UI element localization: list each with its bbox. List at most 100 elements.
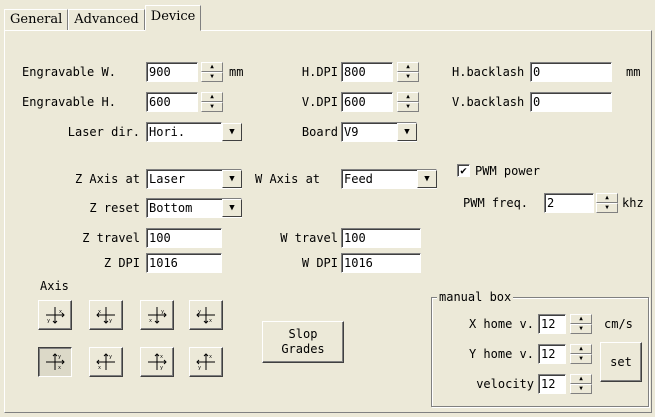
engravable-w-label: Engravable W. <box>22 65 116 79</box>
axis-orientation-icon: yx <box>46 353 65 371</box>
spin-down-icon[interactable]: ▼ <box>201 72 223 82</box>
pwm-freq-spinner[interactable]: ▲ ▼ <box>596 193 618 213</box>
y-home-label: Y home v. <box>468 347 534 361</box>
velocity-label: velocity <box>476 377 534 391</box>
engravable-h-spinner[interactable]: ▲ ▼ <box>201 92 223 112</box>
v-dpi-input[interactable]: 600 <box>341 92 393 112</box>
z-axis-at-value: Laser <box>149 172 186 186</box>
spin-down-icon[interactable]: ▼ <box>570 354 592 364</box>
axis-orientation-icon: yx <box>148 307 167 324</box>
slop-grades-label-1: Slop <box>288 327 318 341</box>
axis-orientation-icon: xy <box>46 307 65 324</box>
axis-orientation-button-8[interactable]: xy <box>189 347 223 377</box>
chevron-down-icon[interactable]: ▼ <box>222 199 242 217</box>
svg-text:x: x <box>98 309 101 315</box>
pwm-power-label: PWM power <box>475 164 541 178</box>
tab-general[interactable]: General <box>4 9 69 30</box>
x-home-label: X home v. <box>468 317 534 331</box>
z-axis-at-label: Z Axis at <box>74 172 140 186</box>
spin-down-icon[interactable]: ▼ <box>397 102 419 112</box>
w-travel-input[interactable]: 100 <box>341 228 421 248</box>
h-dpi-input[interactable]: 800 <box>341 62 393 82</box>
axis-group-label: Axis <box>40 279 69 293</box>
y-home-input[interactable]: 12 <box>538 344 566 364</box>
chevron-down-icon[interactable]: ▼ <box>397 123 417 141</box>
svg-text:y: y <box>109 354 112 360</box>
spin-down-icon[interactable]: ▼ <box>397 72 419 82</box>
v-dpi-spinner[interactable]: ▲ ▼ <box>397 92 419 112</box>
spin-up-icon[interactable]: ▲ <box>397 62 419 72</box>
svg-text:y: y <box>160 365 163 371</box>
velocity-spinner[interactable]: ▲ ▼ <box>570 374 592 394</box>
axis-orientation-icon: yx <box>96 353 115 371</box>
slop-grades-button[interactable]: Slop Grades <box>262 321 344 363</box>
axis-orientation-button-1[interactable]: xy <box>38 300 72 330</box>
svg-text:x: x <box>160 354 163 360</box>
x-home-input[interactable]: 12 <box>538 314 566 334</box>
velocity-input[interactable]: 12 <box>538 374 566 394</box>
svg-text:y: y <box>198 365 201 371</box>
axis-orientation-icon: yx <box>196 307 215 324</box>
z-dpi-input[interactable]: 1016 <box>146 253 222 273</box>
spin-up-icon[interactable]: ▲ <box>570 374 592 384</box>
axis-orientation-icon: xy <box>96 307 115 324</box>
z-travel-input[interactable]: 100 <box>146 228 222 248</box>
tab-advanced[interactable]: Advanced <box>68 9 145 30</box>
engravable-w-spinner[interactable]: ▲ ▼ <box>201 62 223 82</box>
chevron-down-icon[interactable]: ▼ <box>222 170 242 188</box>
z-reset-label: Z reset <box>89 201 140 215</box>
h-backlash-input[interactable]: 0 <box>530 62 612 82</box>
laser-dir-select[interactable]: Hori. <box>146 122 222 142</box>
axis-orientation-icon: xy <box>196 353 215 371</box>
spin-down-icon[interactable]: ▼ <box>201 102 223 112</box>
h-backlash-label: H.backlash <box>452 65 525 79</box>
chevron-down-icon[interactable]: ▼ <box>222 123 242 141</box>
engravable-h-label: Engravable H. <box>22 95 116 109</box>
board-value: V9 <box>344 125 359 139</box>
spin-up-icon[interactable]: ▲ <box>201 92 223 102</box>
spin-up-icon[interactable]: ▲ <box>570 314 592 324</box>
y-home-spinner[interactable]: ▲ ▼ <box>570 344 592 364</box>
spin-down-icon[interactable]: ▼ <box>596 203 618 213</box>
spin-up-icon[interactable]: ▲ <box>397 92 419 102</box>
w-dpi-label: W DPI <box>301 256 338 270</box>
set-button[interactable]: set <box>600 342 642 382</box>
laser-dir-label: Laser dir. <box>67 125 140 139</box>
axis-orientation-button-7[interactable]: xy <box>140 347 174 377</box>
svg-text:x: x <box>149 318 152 324</box>
spin-up-icon[interactable]: ▲ <box>201 62 223 72</box>
axis-orientation-button-2[interactable]: xy <box>89 300 123 330</box>
axis-orientation-button-3[interactable]: yx <box>140 300 174 330</box>
tab-device[interactable]: Device <box>144 5 202 31</box>
x-home-spinner[interactable]: ▲ ▼ <box>570 314 592 334</box>
chevron-down-icon[interactable]: ▼ <box>417 170 437 188</box>
engravable-w-unit: mm <box>229 65 244 79</box>
h-dpi-label: H.DPI <box>301 65 338 79</box>
axis-orientation-button-6[interactable]: yx <box>89 347 123 377</box>
spin-down-icon[interactable]: ▼ <box>570 324 592 334</box>
spin-down-icon[interactable]: ▼ <box>570 384 592 394</box>
v-backlash-label: V.backlash <box>452 95 525 109</box>
svg-text:x: x <box>209 318 212 324</box>
h-backlash-unit: mm <box>626 65 641 79</box>
axis-orientation-button-5[interactable]: yx <box>38 347 72 377</box>
h-dpi-spinner[interactable]: ▲ ▼ <box>397 62 419 82</box>
w-axis-at-label: W Axis at <box>255 172 321 186</box>
z-reset-value: Bottom <box>149 201 193 215</box>
pwm-freq-input[interactable]: 2 <box>544 193 594 213</box>
z-travel-label: Z travel <box>82 231 140 245</box>
axis-orientation-icon: xy <box>148 353 167 371</box>
svg-text:y: y <box>58 354 61 360</box>
axis-orientation-button-4[interactable]: yx <box>189 300 223 330</box>
svg-text:x: x <box>98 365 101 371</box>
engravable-w-input[interactable]: 900 <box>146 62 198 82</box>
spin-up-icon[interactable]: ▲ <box>570 344 592 354</box>
pwm-freq-label: PWM freq. <box>463 196 529 210</box>
engravable-h-input[interactable]: 600 <box>146 92 198 112</box>
svg-text:y: y <box>161 309 164 315</box>
w-dpi-input[interactable]: 1016 <box>341 253 421 273</box>
svg-text:x: x <box>59 309 62 315</box>
spin-up-icon[interactable]: ▲ <box>596 193 618 203</box>
v-backlash-input[interactable]: 0 <box>530 92 612 112</box>
pwm-power-checkbox[interactable]: ✔ <box>457 164 470 177</box>
